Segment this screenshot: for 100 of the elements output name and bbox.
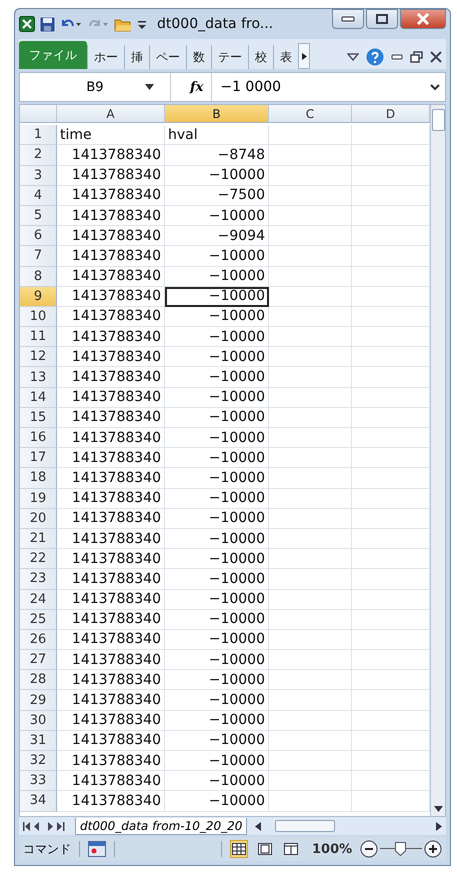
row-header[interactable]: 18: [20, 468, 57, 489]
column-header[interactable]: D: [352, 105, 430, 123]
table-cell: −7500: [165, 186, 269, 206]
table-cell: time: [57, 125, 165, 146]
sheet-navigation-icon[interactable]: [23, 822, 67, 830]
row-header[interactable]: 2: [20, 145, 57, 166]
table-cell: −10000: [165, 771, 269, 792]
ribbon-tab[interactable]: 挿: [124, 45, 149, 69]
row-header[interactable]: 23: [20, 569, 57, 590]
row-header[interactable]: 12: [20, 347, 57, 368]
ribbon-tab[interactable]: ファイル: [19, 41, 87, 69]
row-header[interactable]: 33: [20, 771, 57, 792]
table-cell: −10000: [165, 166, 269, 186]
view-button[interactable]: [256, 840, 274, 858]
row-header[interactable]: 29: [20, 690, 57, 711]
row-header[interactable]: 32: [20, 751, 57, 772]
view-button[interactable]: [282, 840, 300, 858]
row-header[interactable]: 22: [20, 549, 57, 570]
window-title: dt000_data fro...: [157, 16, 274, 32]
maximize-button[interactable]: [366, 9, 398, 29]
close-button[interactable]: [400, 9, 446, 29]
row-header[interactable]: 9: [20, 286, 57, 307]
table-cell: 1413788340: [57, 186, 165, 206]
row-header[interactable]: 13: [20, 367, 57, 388]
row-header[interactable]: 19: [20, 488, 57, 509]
minimize-icon[interactable]: [391, 53, 403, 61]
ribbon-tab[interactable]: ペー: [149, 45, 186, 69]
save-icon[interactable]: [40, 16, 55, 32]
row-header[interactable]: 28: [20, 670, 57, 690]
dropdown-icon[interactable]: [145, 84, 154, 90]
row-header[interactable]: 1: [20, 125, 57, 146]
row-header[interactable]: 30: [20, 710, 57, 731]
minimize-button[interactable]: [332, 9, 364, 29]
table-cell: 1413788340: [57, 246, 165, 266]
scrollbar-thumb[interactable]: [432, 109, 444, 131]
row-header[interactable]: 8: [20, 266, 57, 287]
row-header[interactable]: 11: [20, 327, 57, 348]
row-header[interactable]: 15: [20, 408, 57, 428]
zoom-slider-thumb[interactable]: [395, 842, 406, 856]
table-cell: −10000: [165, 367, 269, 388]
ribbon-tab[interactable]: 校: [248, 45, 273, 69]
scroll-left-icon[interactable]: [255, 822, 262, 830]
row-header[interactable]: 25: [20, 610, 57, 630]
row-header[interactable]: 10: [20, 306, 57, 328]
table-cell: −10000: [165, 670, 269, 690]
formula-field[interactable]: −1 0000: [211, 73, 425, 101]
expand-icon[interactable]: [428, 82, 442, 92]
table-cell: −10000: [165, 508, 269, 529]
row-header[interactable]: 3: [20, 166, 57, 186]
zoom-out-icon[interactable]: [360, 840, 378, 858]
table-cell: −10000: [165, 286, 269, 307]
close-icon[interactable]: [430, 51, 442, 63]
row-header[interactable]: 34: [20, 791, 57, 812]
row-header[interactable]: 14: [20, 388, 57, 408]
row-header[interactable]: 4: [20, 186, 57, 206]
ribbon-tab[interactable]: テー: [211, 45, 248, 69]
table-cell: 1413788340: [57, 569, 165, 590]
scroll-right-icon[interactable]: [298, 43, 310, 69]
macro-record-icon[interactable]: [88, 841, 106, 857]
row-header[interactable]: 31: [20, 730, 57, 751]
close-icon: [416, 13, 430, 25]
scroll-right-icon[interactable]: [436, 822, 442, 830]
table-cell: 1413788340: [57, 367, 165, 388]
table-cell: 1413788340: [57, 630, 165, 650]
column-header[interactable]: C: [269, 105, 352, 123]
row-header[interactable]: 6: [20, 226, 57, 246]
row-header[interactable]: 16: [20, 428, 57, 448]
table-cell: 1413788340: [57, 166, 165, 186]
sheet-tab[interactable]: dt000_data from-10_20_20: [75, 818, 248, 834]
row-header[interactable]: 26: [20, 630, 57, 650]
restore-icon[interactable]: [410, 51, 423, 63]
table-cell: −9094: [165, 226, 269, 246]
row-header[interactable]: 27: [20, 650, 57, 670]
table-cell: −10000: [165, 246, 269, 266]
zoom-in-icon[interactable]: [424, 840, 442, 858]
column-header[interactable]: A: [57, 105, 165, 123]
ribbon-tab[interactable]: 数: [186, 45, 211, 69]
row-header[interactable]: 7: [20, 246, 57, 266]
table-cell: 1413788340: [57, 590, 165, 610]
row-header[interactable]: 5: [20, 206, 57, 226]
row-header[interactable]: 17: [20, 448, 57, 468]
row-header[interactable]: 20: [20, 508, 57, 529]
function-label[interactable]: fx: [182, 80, 212, 94]
table-cell: −10000: [165, 730, 269, 751]
table-cell: 1413788340: [57, 327, 165, 348]
row-header[interactable]: 21: [20, 528, 57, 550]
zoom-level[interactable]: 100%: [312, 842, 352, 856]
minimize-icon: [341, 15, 355, 23]
ribbon-tab[interactable]: ホー: [87, 45, 124, 69]
table-cell: −10000: [165, 468, 269, 489]
collapse-icon[interactable]: [347, 52, 359, 62]
column-header[interactable]: B: [165, 105, 269, 123]
table-cell: −10000: [165, 327, 269, 348]
row-header[interactable]: 24: [20, 590, 57, 610]
view-button[interactable]: [230, 840, 248, 858]
help-icon[interactable]: [366, 48, 384, 66]
scrollbar-thumb[interactable]: [275, 820, 336, 832]
folder-icon[interactable]: [114, 16, 132, 32]
excel-icon[interactable]: [19, 16, 35, 32]
scroll-down-icon[interactable]: [434, 806, 442, 812]
